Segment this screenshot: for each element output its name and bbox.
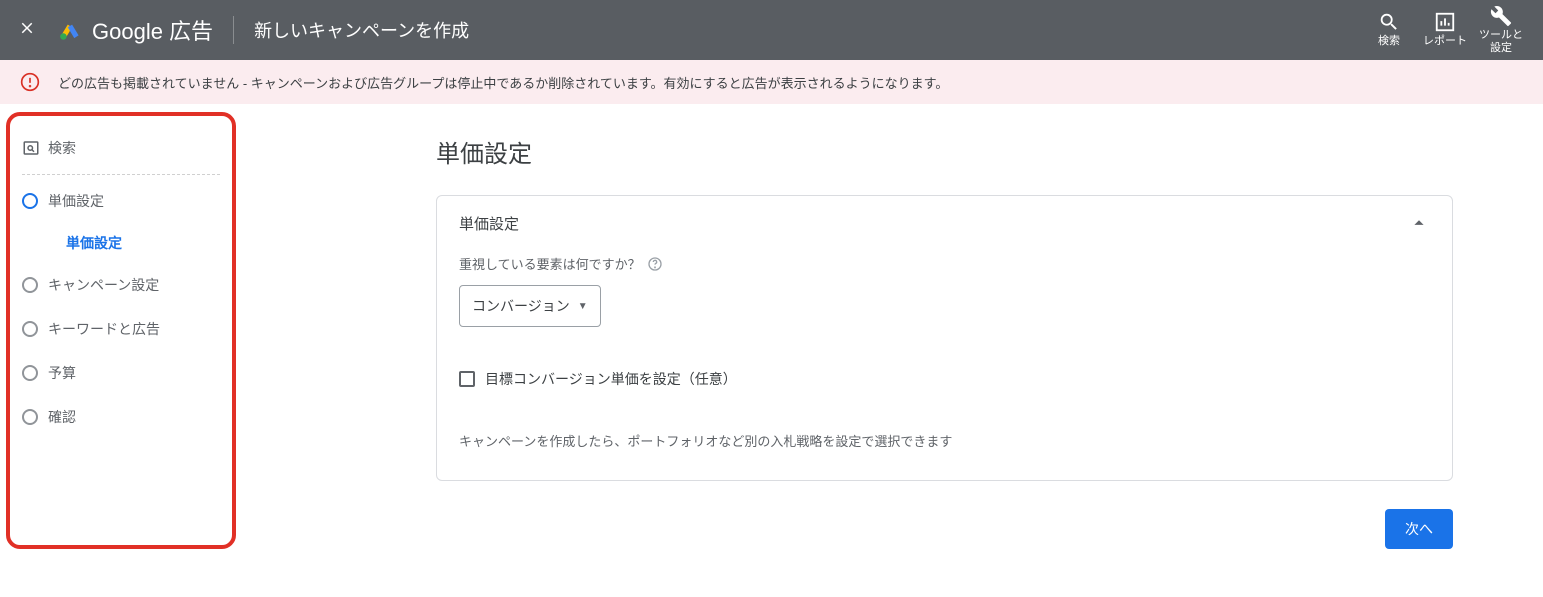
- sidebar-divider: [22, 174, 220, 175]
- report-icon: [1434, 11, 1456, 33]
- radio-icon: [22, 193, 38, 209]
- search-icon: [1378, 11, 1400, 33]
- sidebar: 検索 単価設定 単価設定 キャンペーン設定 キーワードと広告 予算 確認: [6, 112, 236, 549]
- wrench-icon: [1490, 5, 1512, 27]
- header-report-button[interactable]: レポート: [1417, 11, 1473, 48]
- header-settings-button[interactable]: ツールと 設定: [1473, 5, 1529, 55]
- main-content: 単価設定 単価設定 重視している要素は何ですか？ コンバージョン ▼: [236, 104, 1543, 549]
- app-header: Google 広告 新しいキャンペーンを作成 検索 レポート ツールと 設定: [0, 0, 1543, 60]
- page-title: 新しいキャンペーンを作成: [254, 17, 469, 43]
- warning-banner: どの広告も掲載されていません - キャンペーンおよび広告グループは停止中であるか…: [0, 60, 1543, 104]
- sidebar-step-keywords-label: キーワードと広告: [48, 319, 160, 339]
- chevron-down-icon: ▼: [578, 301, 588, 312]
- header-settings-label: ツールと 設定: [1479, 29, 1523, 55]
- help-icon[interactable]: [647, 256, 663, 272]
- header-search-label: 検索: [1378, 35, 1400, 48]
- header-report-label: レポート: [1423, 35, 1467, 48]
- header-search-button[interactable]: 検索: [1361, 11, 1417, 48]
- sidebar-step-budget[interactable]: 予算: [18, 351, 224, 395]
- google-ads-logo: Google 広告: [58, 14, 213, 46]
- search-box-icon: [22, 139, 48, 157]
- radio-icon: [22, 409, 38, 425]
- sidebar-substep-bidding[interactable]: 単価設定: [18, 223, 224, 263]
- warning-text: どの広告も掲載されていません - キャンペーンおよび広告グループは停止中であるか…: [58, 73, 948, 92]
- focus-select-value: コンバージョン: [472, 296, 570, 316]
- radio-icon: [22, 321, 38, 337]
- header-divider: [233, 16, 234, 44]
- card-title: 単価設定: [459, 213, 519, 234]
- page-heading: 単価設定: [436, 134, 1453, 169]
- focus-field-label: 重視している要素は何ですか？: [459, 254, 1430, 273]
- bidding-note: キャンペーンを作成したら、ポートフォリオなど別の入札戦略を設定で選択できます: [459, 431, 1430, 450]
- target-cpa-checkbox-row[interactable]: 目標コンバージョン単価を設定（任意）: [459, 369, 1430, 389]
- sidebar-type-label: 検索: [48, 138, 76, 158]
- sidebar-step-bidding[interactable]: 単価設定: [18, 179, 224, 223]
- close-icon[interactable]: [18, 19, 44, 41]
- radio-icon: [22, 365, 38, 381]
- sidebar-step-bidding-label: 単価設定: [48, 191, 104, 211]
- sidebar-step-campaign-label: キャンペーン設定: [48, 275, 159, 295]
- sidebar-step-budget-label: 予算: [48, 363, 76, 383]
- sidebar-step-campaign[interactable]: キャンペーン設定: [18, 263, 224, 307]
- focus-label-text: 重視している要素は何ですか？: [459, 254, 641, 273]
- brand-text: Google 広告: [92, 14, 213, 46]
- collapse-icon[interactable]: [1408, 212, 1430, 234]
- sidebar-step-confirm-label: 確認: [48, 407, 76, 427]
- ads-logo-icon: [58, 17, 84, 43]
- sidebar-type-row: 検索: [18, 126, 224, 170]
- sidebar-step-keywords[interactable]: キーワードと広告: [18, 307, 224, 351]
- card-body: 重視している要素は何ですか？ コンバージョン ▼ 目標コンバージョン単価を設定（…: [437, 250, 1452, 480]
- warning-icon: [20, 72, 40, 92]
- focus-select[interactable]: コンバージョン ▼: [459, 285, 601, 327]
- bidding-card: 単価設定 重視している要素は何ですか？ コンバージョン ▼: [436, 195, 1453, 481]
- radio-icon: [22, 277, 38, 293]
- checkbox-icon: [459, 371, 475, 387]
- sidebar-step-confirm[interactable]: 確認: [18, 395, 224, 439]
- card-header: 単価設定: [437, 196, 1452, 250]
- target-cpa-label: 目標コンバージョン単価を設定（任意）: [485, 369, 737, 389]
- next-button[interactable]: 次へ: [1385, 509, 1453, 549]
